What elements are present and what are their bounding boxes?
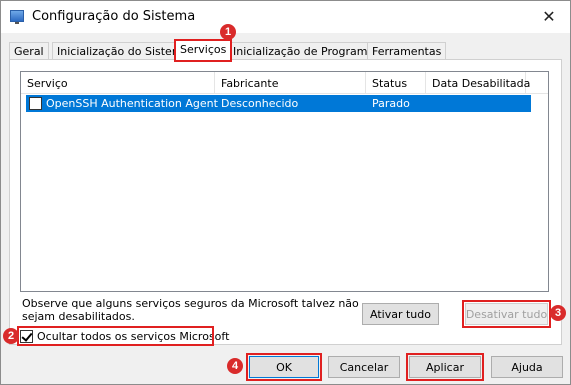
apply-button[interactable]: Aplicar xyxy=(406,353,484,381)
window-title: Configuração do Sistema xyxy=(32,9,196,24)
annotation-badge-2: 2 xyxy=(3,328,19,344)
services-list[interactable]: Serviço Fabricante Status Data Desabilit… xyxy=(20,71,549,292)
cell-manufacturer: Desconhecido xyxy=(221,97,299,110)
microsoft-services-note: Observe que alguns serviços seguros da M… xyxy=(22,297,359,323)
close-icon: ✕ xyxy=(542,9,556,26)
ok-button[interactable]: OK xyxy=(246,353,322,381)
tab-tools[interactable]: Ferramentas xyxy=(367,42,447,60)
services-tab-panel: Serviço Fabricante Status Data Desabilit… xyxy=(9,59,562,345)
column-header-manufacturer[interactable]: Fabricante xyxy=(215,72,366,94)
title-bar: Configuração do Sistema ✕ xyxy=(1,1,570,33)
row-checkbox[interactable] xyxy=(29,97,42,110)
annotation-badge-3: 3 xyxy=(550,305,566,321)
checkmark-icon xyxy=(20,329,33,343)
cell-service: OpenSSH Authentication Agent xyxy=(46,97,218,110)
annotation-badge-1: 1 xyxy=(220,24,236,40)
hide-microsoft-services-checkbox[interactable]: Ocultar todos os serviços Microsoft xyxy=(17,326,229,346)
list-header: Serviço Fabricante Status Data Desabilit… xyxy=(21,72,548,94)
table-row[interactable]: OpenSSH Authentication Agent Desconhecid… xyxy=(26,95,531,112)
cell-status: Parado xyxy=(372,97,410,110)
tab-services[interactable]: Serviços xyxy=(173,39,233,62)
tab-system-startup[interactable]: Inicialização do Sistema xyxy=(52,42,195,60)
column-header-service[interactable]: Serviço xyxy=(21,72,215,94)
disable-all-button[interactable]: Desativar tudo xyxy=(462,300,551,328)
column-header-status[interactable]: Status xyxy=(366,72,426,94)
enable-all-button[interactable]: Ativar tudo xyxy=(362,303,439,325)
hide-microsoft-services-label: Ocultar todos os serviços Microsoft xyxy=(37,329,230,343)
help-button[interactable]: Ajuda xyxy=(491,356,563,378)
annotation-badge-4: 4 xyxy=(227,358,243,374)
tab-general[interactable]: Geral xyxy=(9,42,49,60)
msconfig-app-icon xyxy=(10,10,24,24)
column-header-date-disabled[interactable]: Data Desabilitada xyxy=(426,72,530,94)
tab-program-startup[interactable]: Inicialização de Programas xyxy=(228,42,385,60)
close-button[interactable]: ✕ xyxy=(528,1,570,33)
cancel-button[interactable]: Cancelar xyxy=(328,356,400,378)
system-configuration-window: Configuração do Sistema ✕ Geral Iniciali… xyxy=(0,0,571,385)
